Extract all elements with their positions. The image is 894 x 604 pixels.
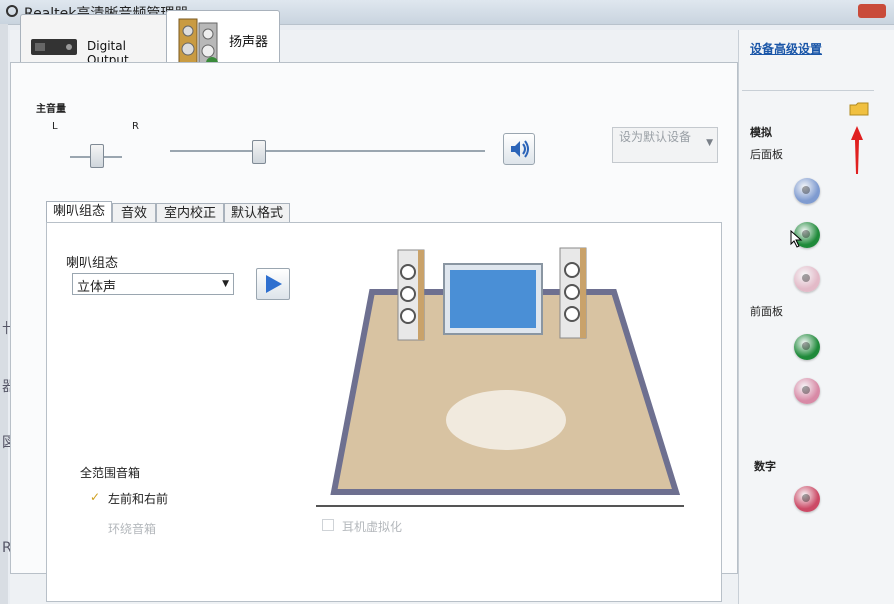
test-play-button[interactable] xyxy=(256,268,290,300)
background-window-edge xyxy=(0,24,8,604)
tab-sound-effects[interactable]: 音效 xyxy=(112,203,156,223)
front-panel-green-jack[interactable] xyxy=(794,334,820,360)
headphone-virtualization-checkbox[interactable] xyxy=(322,519,334,531)
chevron-down-icon: ▼ xyxy=(706,138,713,148)
full-range-speakers-label: 全范围音箱 xyxy=(80,466,141,480)
left-speaker-illustration xyxy=(397,249,425,341)
master-volume-label: 主音量 xyxy=(36,104,66,115)
digital-label: 数字 xyxy=(754,460,776,473)
speaker-volume-icon xyxy=(511,140,529,158)
volume-slider-thumb[interactable] xyxy=(252,140,267,164)
tab-speaker-configuration[interactable]: 喇叭组态 xyxy=(46,201,112,223)
sweet-spot-glow xyxy=(446,390,566,450)
volume-slider-track xyxy=(170,150,485,152)
arrow-up-icon xyxy=(851,126,863,174)
mute-button[interactable] xyxy=(503,133,535,165)
back-panel-label: 后面板 xyxy=(750,148,783,161)
front-panel-pink-jack[interactable] xyxy=(794,378,820,404)
balance-left-label: L xyxy=(52,121,58,132)
close-button[interactable] xyxy=(858,4,886,18)
advanced-device-settings-link[interactable]: 设备高级设置 xyxy=(750,40,822,57)
headphone-virtualization-label: 耳机虚拟化 xyxy=(342,520,403,534)
mouse-cursor-icon xyxy=(790,230,803,248)
front-panel-label: 前面板 xyxy=(750,305,783,318)
play-icon xyxy=(266,275,282,293)
app-icon xyxy=(6,5,18,17)
speaker-config-select[interactable]: 立体声 ▼ xyxy=(72,273,234,295)
speaker-config-label: 喇叭组态 xyxy=(66,256,119,271)
divider xyxy=(742,90,874,91)
digital-jack[interactable] xyxy=(794,486,820,512)
analog-label: 模拟 xyxy=(750,126,772,139)
tab-room-correction[interactable]: 室内校正 xyxy=(156,203,224,223)
balance-right-label: R xyxy=(132,121,139,132)
set-default-device-dropdown[interactable]: 设为默认设备 ▼ xyxy=(612,127,718,163)
folder-icon[interactable] xyxy=(848,100,870,118)
monitor-illustration xyxy=(443,263,543,335)
front-left-right-label: 左前和右前 xyxy=(108,492,169,506)
speaker-config-value: 立体声 xyxy=(77,280,117,295)
back-panel-blue-jack[interactable] xyxy=(794,178,820,204)
speaker-room-illustration xyxy=(316,247,684,507)
back-panel-pink-jack[interactable] xyxy=(794,266,820,292)
right-speaker-illustration xyxy=(559,247,587,339)
chevron-down-icon: ▼ xyxy=(222,279,229,289)
balance-slider-thumb[interactable] xyxy=(90,144,104,168)
digital-output-device-icon xyxy=(31,39,77,55)
set-default-device-label: 设为默认设备 xyxy=(619,130,692,144)
tab-default-format[interactable]: 默认格式 xyxy=(224,203,290,223)
surround-speakers-label: 环绕音箱 xyxy=(108,522,157,536)
front-left-right-checkbox[interactable]: ✓ xyxy=(90,491,102,503)
tab-label: 扬声器 xyxy=(229,35,269,50)
